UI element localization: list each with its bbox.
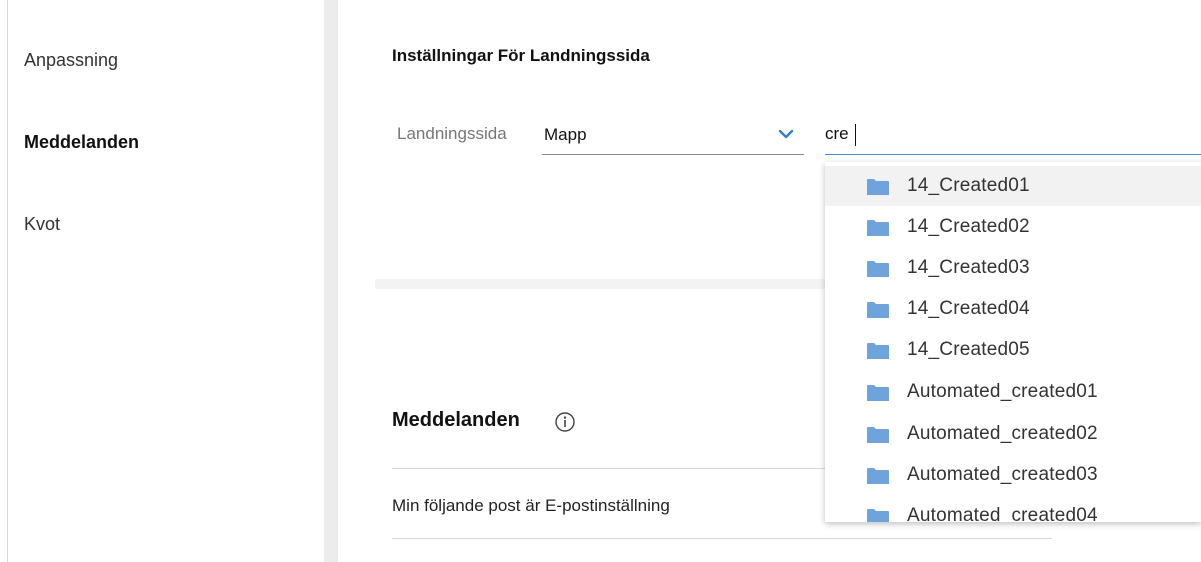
landing-page-label: Landningssida (397, 124, 507, 143)
folder-option-label: 14_Created01 (907, 175, 1030, 196)
landing-type-value: Mapp (544, 125, 587, 144)
folder-option[interactable]: Automated_created03 (825, 455, 1201, 495)
folder-icon (867, 261, 889, 277)
folder-icon (867, 220, 889, 236)
folder-option-label: 14_Created02 (907, 216, 1030, 237)
folder-option-label: 14_Created04 (907, 298, 1030, 319)
folder-icon (867, 427, 889, 443)
chevron-down-icon (778, 129, 794, 139)
folder-option[interactable]: 14_Created05 (825, 330, 1201, 370)
folder-option-label: Automated_created03 (907, 464, 1098, 485)
folder-icon (867, 302, 889, 318)
notifications-title: Meddelanden (392, 409, 520, 431)
sidebar-item-meddelanden[interactable]: Meddelanden (24, 132, 139, 153)
folder-option-label: 14_Created03 (907, 257, 1030, 278)
info-icon[interactable] (554, 411, 576, 433)
sidebar: Anpassning Meddelanden Kvot (8, 0, 324, 562)
folder-icon (867, 343, 889, 359)
folder-icon (867, 385, 889, 401)
folder-option[interactable]: 14_Created04 (825, 289, 1201, 329)
folder-option-label: Automated_created01 (907, 381, 1098, 402)
folder-option-label: Automated_created04 (907, 505, 1098, 522)
folder-icon (867, 509, 889, 522)
text-caret (855, 124, 856, 146)
divider-line (392, 538, 1052, 539)
folder-icon (867, 468, 889, 484)
folder-option-label: Automated_created02 (907, 423, 1098, 444)
sidebar-item-anpassning[interactable]: Anpassning (24, 50, 118, 71)
folder-option[interactable]: 14_Created01 (825, 166, 1201, 206)
folder-option[interactable]: Automated_created04 (825, 496, 1201, 522)
folder-icon (867, 179, 889, 195)
folder-option[interactable]: Automated_created01 (825, 372, 1201, 412)
folder-search-input[interactable] (825, 124, 1185, 144)
folder-option[interactable]: 14_Created03 (825, 248, 1201, 288)
landing-type-select[interactable]: Mapp (542, 116, 804, 155)
sidebar-item-kvot[interactable]: Kvot (24, 214, 60, 235)
email-setting-label: Min följande post är E-postinställning (392, 496, 670, 515)
folder-search-field[interactable] (825, 116, 1201, 155)
folder-option[interactable]: 14_Created02 (825, 207, 1201, 247)
folder-option-label: 14_Created05 (907, 339, 1030, 360)
sidebar-divider (324, 0, 338, 562)
section-separator (375, 279, 825, 289)
divider-line (392, 468, 882, 469)
folder-option[interactable]: Automated_created02 (825, 414, 1201, 454)
main-content: Inställningar För Landningssida Landning… (338, 0, 1201, 562)
folder-suggestion-dropdown: 14_Created01 14_Created02 14_Created03 1… (825, 162, 1201, 522)
landing-section-title: Inställningar För Landningssida (392, 46, 650, 65)
